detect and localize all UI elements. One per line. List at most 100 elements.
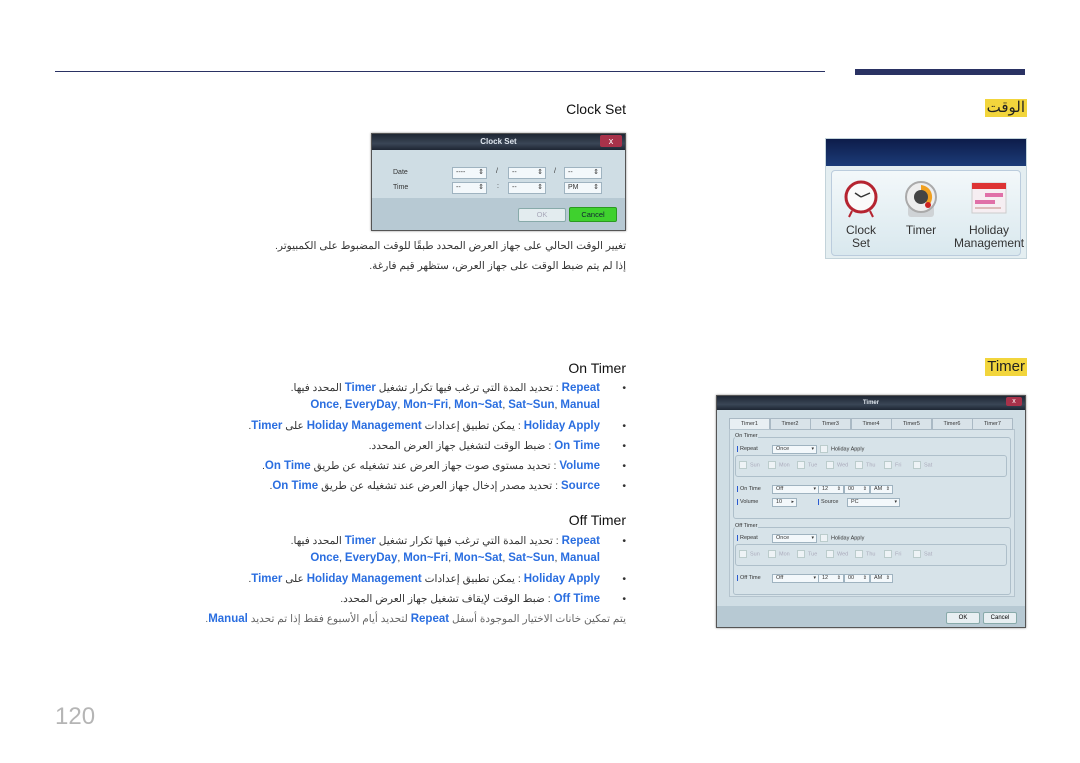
- checkbox-label: Wed: [837, 462, 849, 469]
- volume-label: Volume: [737, 499, 758, 505]
- checkbox-icon: [820, 534, 828, 542]
- clock-desc-line: إذا لم يتم ضبط الوقت على جهاز العرض، ستظ…: [369, 260, 626, 272]
- on-time-minute-spinner[interactable]: 00 ⇕: [844, 485, 870, 494]
- tab-timer5[interactable]: Timer5: [891, 418, 932, 430]
- day-checkbox-mon[interactable]: Mon: [768, 461, 790, 469]
- bullet-icon: •: [622, 420, 626, 432]
- source-dropdown[interactable]: PC ▾: [847, 498, 900, 507]
- day-checkbox-tue[interactable]: Tue: [797, 550, 817, 558]
- alarm-clock-icon: [844, 180, 878, 218]
- checkbox-label: Thu: [866, 551, 876, 558]
- bullet-icon: •: [622, 535, 626, 547]
- tab-timer4[interactable]: Timer4: [850, 418, 892, 430]
- tab-timer2[interactable]: Timer2: [769, 418, 811, 430]
- repeat-option: Once: [310, 399, 340, 411]
- day-checkbox-sun[interactable]: Sun: [739, 550, 760, 558]
- menu-label: Timer: [905, 223, 937, 237]
- ok-button[interactable]: OK: [518, 208, 566, 222]
- checkbox-label: Fri: [895, 462, 902, 469]
- day-checkbox-fri[interactable]: Fri: [884, 550, 901, 558]
- day-checkbox-thu[interactable]: Thu: [855, 550, 875, 558]
- repeat-dropdown[interactable]: Once ▾: [772, 445, 817, 454]
- checkbox-icon: [826, 461, 834, 469]
- spin-arrows-icon: ⇕: [478, 184, 484, 191]
- menu-item-holiday-management[interactable]: Holiday Management: [954, 177, 1024, 250]
- desc-text: يتم تمكين خانات الاختيار الموجودة أسفل: [449, 613, 626, 625]
- tab-timer3[interactable]: Timer3: [810, 418, 851, 430]
- day-checkbox-tue[interactable]: Tue: [797, 461, 817, 469]
- separator: :: [545, 440, 555, 452]
- keyword: Holiday Management: [306, 573, 422, 585]
- repeat-dropdown-value: Once: [776, 535, 790, 541]
- note-text: يتم تمكين خانات الاختيار الموجودة أسفل R…: [205, 613, 626, 625]
- month-spinner[interactable]: -- ⇕: [508, 167, 546, 179]
- day-checkbox-fri[interactable]: Fri: [884, 461, 901, 469]
- menu-item-clock-set[interactable]: Clock Set: [836, 177, 886, 250]
- section-label-timer: Timer: [985, 358, 1027, 376]
- desc-text: تحديد المدة التي ترغب فيها تكرار تشغيل: [375, 535, 553, 547]
- menu-item-timer[interactable]: Timer: [896, 177, 946, 237]
- day-checkbox-sat[interactable]: Sat: [913, 550, 932, 558]
- on-time-ampm-spinner[interactable]: AM ⇕: [870, 485, 893, 494]
- tab-timer1[interactable]: Timer1: [729, 418, 770, 429]
- spin-arrows-icon: ⇕: [836, 575, 841, 581]
- day-checkbox-wed[interactable]: Wed: [826, 461, 848, 469]
- source-dropdown-value: PC: [851, 499, 859, 505]
- repeat-option: Once: [310, 552, 340, 564]
- checkbox-icon: [884, 550, 892, 558]
- separator: :: [552, 480, 561, 492]
- close-button[interactable]: x: [600, 135, 622, 147]
- on-time-dropdown[interactable]: Off ▾: [772, 485, 819, 494]
- holiday-apply-checkbox[interactable]: Holiday Apply: [820, 445, 864, 453]
- holiday-apply-checkbox[interactable]: Holiday Apply: [820, 534, 864, 542]
- on-time-minute-spinner-value: 00: [848, 486, 855, 492]
- ok-button[interactable]: OK: [946, 612, 980, 624]
- separator: :: [550, 460, 560, 472]
- repeat-label: Repeat: [737, 446, 758, 452]
- desc-text: على: [282, 420, 307, 432]
- day-checkbox-mon[interactable]: Mon: [768, 550, 790, 558]
- off-time-ampm-spinner[interactable]: AM ⇕: [870, 574, 893, 583]
- hour-spinner[interactable]: -- ⇕: [452, 182, 487, 194]
- tab-timer7[interactable]: Timer7: [972, 418, 1013, 430]
- checkbox-icon: [820, 445, 828, 453]
- cancel-button[interactable]: Cancel: [983, 612, 1017, 624]
- bullet-item: • Repeat : تحديد المدة التي ترغب فيها تكر…: [290, 535, 626, 547]
- minute-spinner[interactable]: -- ⇕: [508, 182, 546, 194]
- clock-set-dialog: Clock Set x Date Time ---- ⇕ / -- ⇕ / -- ⇕ …: [371, 133, 626, 231]
- close-button[interactable]: x: [1006, 397, 1022, 406]
- clock-set-heading: Clock Set: [566, 101, 626, 117]
- checkbox-label: Thu: [866, 462, 876, 469]
- keyword: Timer: [251, 420, 283, 432]
- repeat-option: Mon~Fri: [403, 552, 449, 564]
- off-time-minute-spinner[interactable]: 00 ⇕: [844, 574, 870, 583]
- timer-icon: [905, 181, 937, 217]
- on-time-hour-spinner[interactable]: 12 ⇕: [818, 485, 844, 494]
- tab-timer6[interactable]: Timer6: [931, 418, 973, 430]
- ampm-spinner[interactable]: PM ⇕: [564, 182, 602, 194]
- repeat-options: Once, EveryDay, Mon~Fri, Mon~Sat, Sat~Su…: [310, 552, 600, 564]
- bullet-item: • On Time : ضبط الوقت لتشغيل جهاز العرض ا…: [369, 440, 626, 452]
- cancel-button[interactable]: Cancel: [569, 207, 617, 222]
- repeat-dropdown[interactable]: Once ▾: [772, 534, 817, 543]
- time-separator: :: [497, 183, 499, 190]
- desc-text: المحدد فيها.: [290, 535, 345, 547]
- day-checkbox-thu[interactable]: Thu: [855, 461, 875, 469]
- repeat-option: Manual: [560, 399, 600, 411]
- dropdown-arrow-icon: ▾: [813, 486, 816, 492]
- on-timer-heading: On Timer: [568, 360, 626, 376]
- day-checkbox-sun[interactable]: Sun: [739, 461, 760, 469]
- day-checkbox-sat[interactable]: Sat: [913, 461, 932, 469]
- checkbox-icon: [797, 550, 805, 558]
- spin-arrows-icon: ⇕: [862, 486, 867, 492]
- volume-spinner[interactable]: 10 ▸: [772, 498, 797, 507]
- checkbox-label: Sun: [750, 462, 760, 469]
- date-separator: /: [554, 168, 556, 175]
- on-time-ampm-spinner-value: AM: [874, 486, 883, 492]
- day-checkbox-wed[interactable]: Wed: [826, 550, 848, 558]
- year-spinner[interactable]: ---- ⇕: [452, 167, 487, 179]
- day-spinner[interactable]: -- ⇕: [564, 167, 602, 179]
- off-time-hour-spinner[interactable]: 12 ⇕: [818, 574, 844, 583]
- off-time-dropdown[interactable]: Off ▾: [772, 574, 819, 583]
- bullet-term: Source: [561, 480, 600, 492]
